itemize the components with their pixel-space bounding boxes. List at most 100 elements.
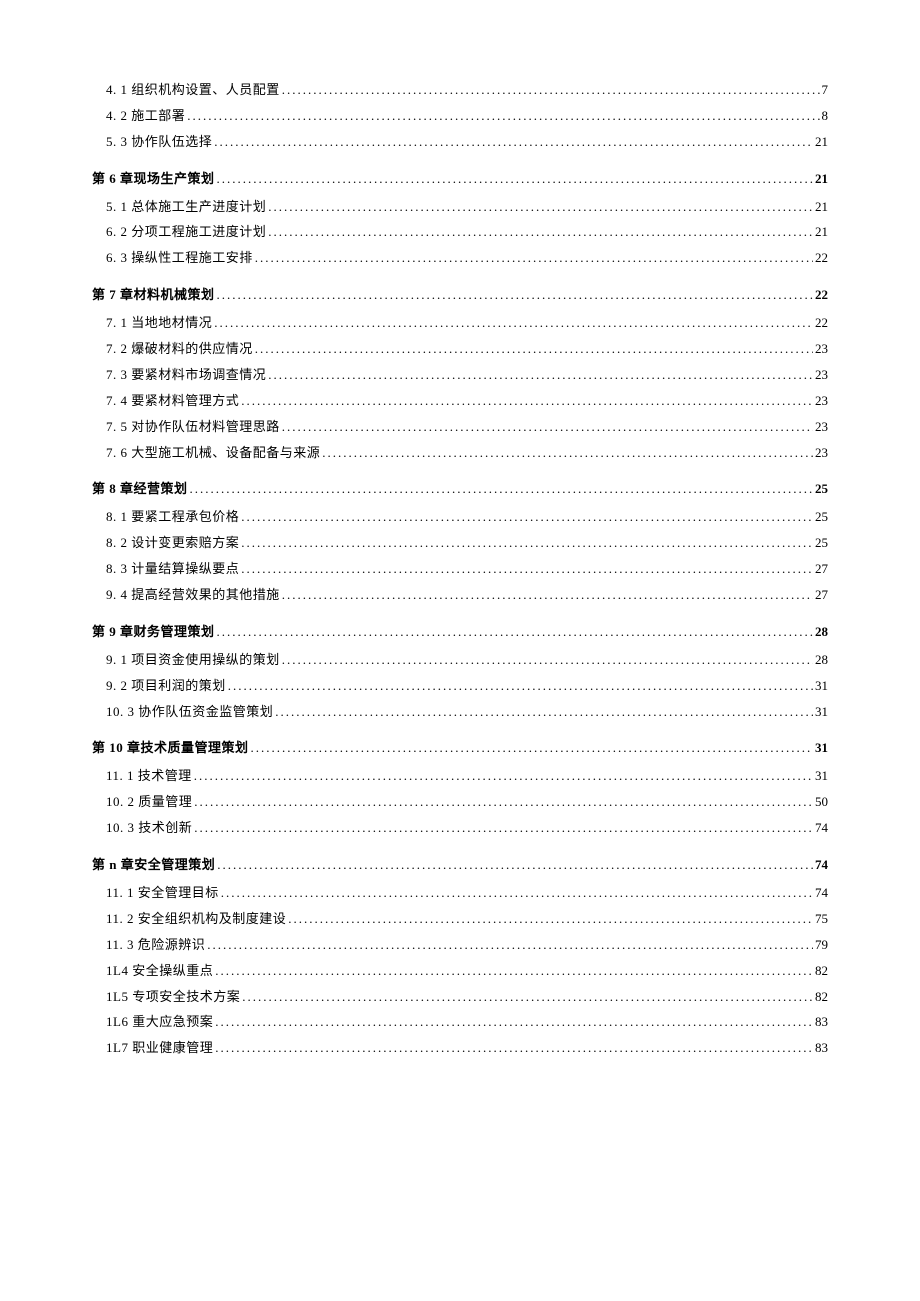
toc-page-number[interactable]: 23 xyxy=(815,393,828,410)
toc-label[interactable]: 7. 6 大型施工机械、设备配备与来源 xyxy=(106,445,320,462)
toc-entry: 7. 4 要紧材料管理方式 23 xyxy=(92,393,828,410)
toc-entry: 11. 1 安全管理目标 74 xyxy=(92,885,828,902)
toc-page-number[interactable]: 22 xyxy=(815,287,828,304)
toc-page-number[interactable]: 25 xyxy=(815,509,828,526)
toc-label[interactable]: 11. 1 技术管理 xyxy=(106,768,192,785)
toc-label[interactable]: 6. 3 操纵性工程施工安排 xyxy=(106,250,253,267)
toc-leader-dots xyxy=(241,393,813,410)
toc-page-number[interactable]: 31 xyxy=(815,704,828,721)
toc-entry: 11. 2 安全组织机构及制度建设 75 xyxy=(92,911,828,928)
toc-entry: 1L5 专项安全技术方案 82 xyxy=(92,989,828,1006)
toc-label[interactable]: 10. 3 技术创新 xyxy=(106,820,192,837)
toc-label[interactable]: 1L4 安全操纵重点 xyxy=(106,963,213,980)
toc-page-number[interactable]: 22 xyxy=(815,315,828,332)
toc-entry: 1L7 职业健康管理 83 xyxy=(92,1040,828,1057)
toc-entry: 4. 1 组织机构设置、人员配置 7 xyxy=(92,82,828,99)
toc-page-number[interactable]: 82 xyxy=(815,989,828,1006)
toc-label[interactable]: 6. 2 分项工程施工进度计划 xyxy=(106,224,266,241)
toc-page-number[interactable]: 25 xyxy=(815,535,828,552)
toc-leader-dots xyxy=(215,963,813,980)
toc-page-number[interactable]: 22 xyxy=(815,250,828,267)
toc-label[interactable]: 7. 3 要紧材料市场调查情况 xyxy=(106,367,266,384)
toc-label[interactable]: 11. 1 安全管理目标 xyxy=(106,885,219,902)
toc-page-number[interactable]: 23 xyxy=(815,445,828,462)
toc-label[interactable]: 11. 3 危险源辨识 xyxy=(106,937,205,954)
toc-label[interactable]: 第 6 章现场生产策划 xyxy=(92,171,215,188)
toc-leader-dots xyxy=(214,134,813,151)
toc-page-number[interactable]: 79 xyxy=(815,937,828,954)
toc-leader-dots xyxy=(282,419,813,436)
toc-page-number[interactable]: 83 xyxy=(815,1040,828,1057)
toc-label[interactable]: 1L7 职业健康管理 xyxy=(106,1040,213,1057)
toc-label[interactable]: 8. 2 设计变更索赔方案 xyxy=(106,535,239,552)
toc-label[interactable]: 7. 5 对协作队伍材料管理思路 xyxy=(106,419,280,436)
toc-label[interactable]: 4. 2 施工部署 xyxy=(106,108,185,125)
toc-leader-dots xyxy=(275,704,813,721)
table-of-contents: 4. 1 组织机构设置、人员配置74. 2 施工部署 85. 3 协作队伍选择 … xyxy=(92,82,828,1057)
toc-page-number[interactable]: 31 xyxy=(815,740,828,757)
toc-entry: 1L6 重大应急预案 83 xyxy=(92,1014,828,1031)
toc-leader-dots xyxy=(215,1040,813,1057)
toc-page-number[interactable]: 83 xyxy=(815,1014,828,1031)
toc-label[interactable]: 4. 1 组织机构设置、人员配置 xyxy=(106,82,280,99)
toc-page-number[interactable]: 25 xyxy=(815,481,828,498)
toc-page-number[interactable]: 74 xyxy=(815,885,828,902)
toc-label[interactable]: 7. 4 要紧材料管理方式 xyxy=(106,393,239,410)
toc-entry: 10. 3 技术创新 74 xyxy=(92,820,828,837)
toc-label[interactable]: 5. 3 协作队伍选择 xyxy=(106,134,212,151)
toc-chapter: 第 10 章技术质量管理策划 31 xyxy=(92,740,828,757)
toc-page-number[interactable]: 75 xyxy=(815,911,828,928)
toc-page-number[interactable]: 74 xyxy=(815,820,828,837)
toc-page-number[interactable]: 7 xyxy=(822,82,829,99)
toc-leader-dots xyxy=(241,535,813,552)
toc-label[interactable]: 1L6 重大应急预案 xyxy=(106,1014,213,1031)
toc-page-number[interactable]: 21 xyxy=(815,224,828,241)
toc-entry: 1L4 安全操纵重点 82 xyxy=(92,963,828,980)
toc-leader-dots xyxy=(288,911,813,928)
toc-label[interactable]: 第 9 章财务管理策划 xyxy=(92,624,215,641)
toc-page-number[interactable]: 28 xyxy=(815,624,828,641)
toc-label[interactable]: 10. 2 质量管理 xyxy=(106,794,192,811)
toc-label[interactable]: 第 n 章安全管理策划 xyxy=(92,857,215,874)
toc-page-number[interactable]: 31 xyxy=(815,768,828,785)
toc-chapter: 第 9 章财务管理策划 28 xyxy=(92,624,828,641)
toc-entry: 7. 5 对协作队伍材料管理思路 23 xyxy=(92,419,828,436)
toc-label[interactable]: 7. 1 当地地材情况 xyxy=(106,315,212,332)
toc-label[interactable]: 11. 2 安全组织机构及制度建设 xyxy=(106,911,286,928)
toc-page-number[interactable]: 27 xyxy=(815,587,828,604)
toc-label[interactable]: 8. 1 要紧工程承包价格 xyxy=(106,509,239,526)
toc-page-number[interactable]: 28 xyxy=(815,652,828,669)
toc-label[interactable]: 1L5 专项安全技术方案 xyxy=(106,989,240,1006)
toc-page-number[interactable]: 21 xyxy=(815,171,828,188)
toc-page-number[interactable]: 23 xyxy=(815,419,828,436)
toc-chapter: 第 6 章现场生产策划 21 xyxy=(92,171,828,188)
toc-leader-dots xyxy=(228,678,813,695)
toc-label[interactable]: 10. 3 协作队伍资金监管策划 xyxy=(106,704,273,721)
toc-label[interactable]: 第 7 章材料机械策划 xyxy=(92,287,215,304)
toc-page-number[interactable]: 31 xyxy=(815,678,828,695)
toc-leader-dots xyxy=(255,250,813,267)
toc-leader-dots xyxy=(194,820,813,837)
toc-label[interactable]: 8. 3 计量结算操纵要点 xyxy=(106,561,239,578)
toc-label[interactable]: 7. 2 爆破材料的供应情况 xyxy=(106,341,253,358)
toc-page-number[interactable]: 23 xyxy=(815,341,828,358)
toc-label[interactable]: 5. 1 总体施工生产进度计划 xyxy=(106,199,266,216)
toc-label[interactable]: 9. 4 提高经营效果的其他措施 xyxy=(106,587,280,604)
toc-page-number[interactable]: 50 xyxy=(815,794,828,811)
toc-page-number[interactable]: 74 xyxy=(815,857,828,874)
toc-page-number[interactable]: 82 xyxy=(815,963,828,980)
toc-entry: 6. 2 分项工程施工进度计划 21 xyxy=(92,224,828,241)
toc-leader-dots xyxy=(251,740,813,757)
toc-label[interactable]: 9. 2 项目利润的策划 xyxy=(106,678,226,695)
toc-page-number[interactable]: 8 xyxy=(822,108,829,125)
toc-label[interactable]: 第 8 章经营策划 xyxy=(92,481,188,498)
toc-page-number[interactable]: 27 xyxy=(815,561,828,578)
toc-entry: 9. 4 提高经营效果的其他措施 27 xyxy=(92,587,828,604)
toc-label[interactable]: 第 10 章技术质量管理策划 xyxy=(92,740,249,757)
toc-page-number[interactable]: 21 xyxy=(815,199,828,216)
toc-label[interactable]: 9. 1 项目资金使用操纵的策划 xyxy=(106,652,280,669)
toc-page-number[interactable]: 21 xyxy=(815,134,828,151)
toc-entry: 8. 3 计量结算操纵要点 27 xyxy=(92,561,828,578)
toc-page-number[interactable]: 23 xyxy=(815,367,828,384)
toc-leader-dots xyxy=(241,561,813,578)
